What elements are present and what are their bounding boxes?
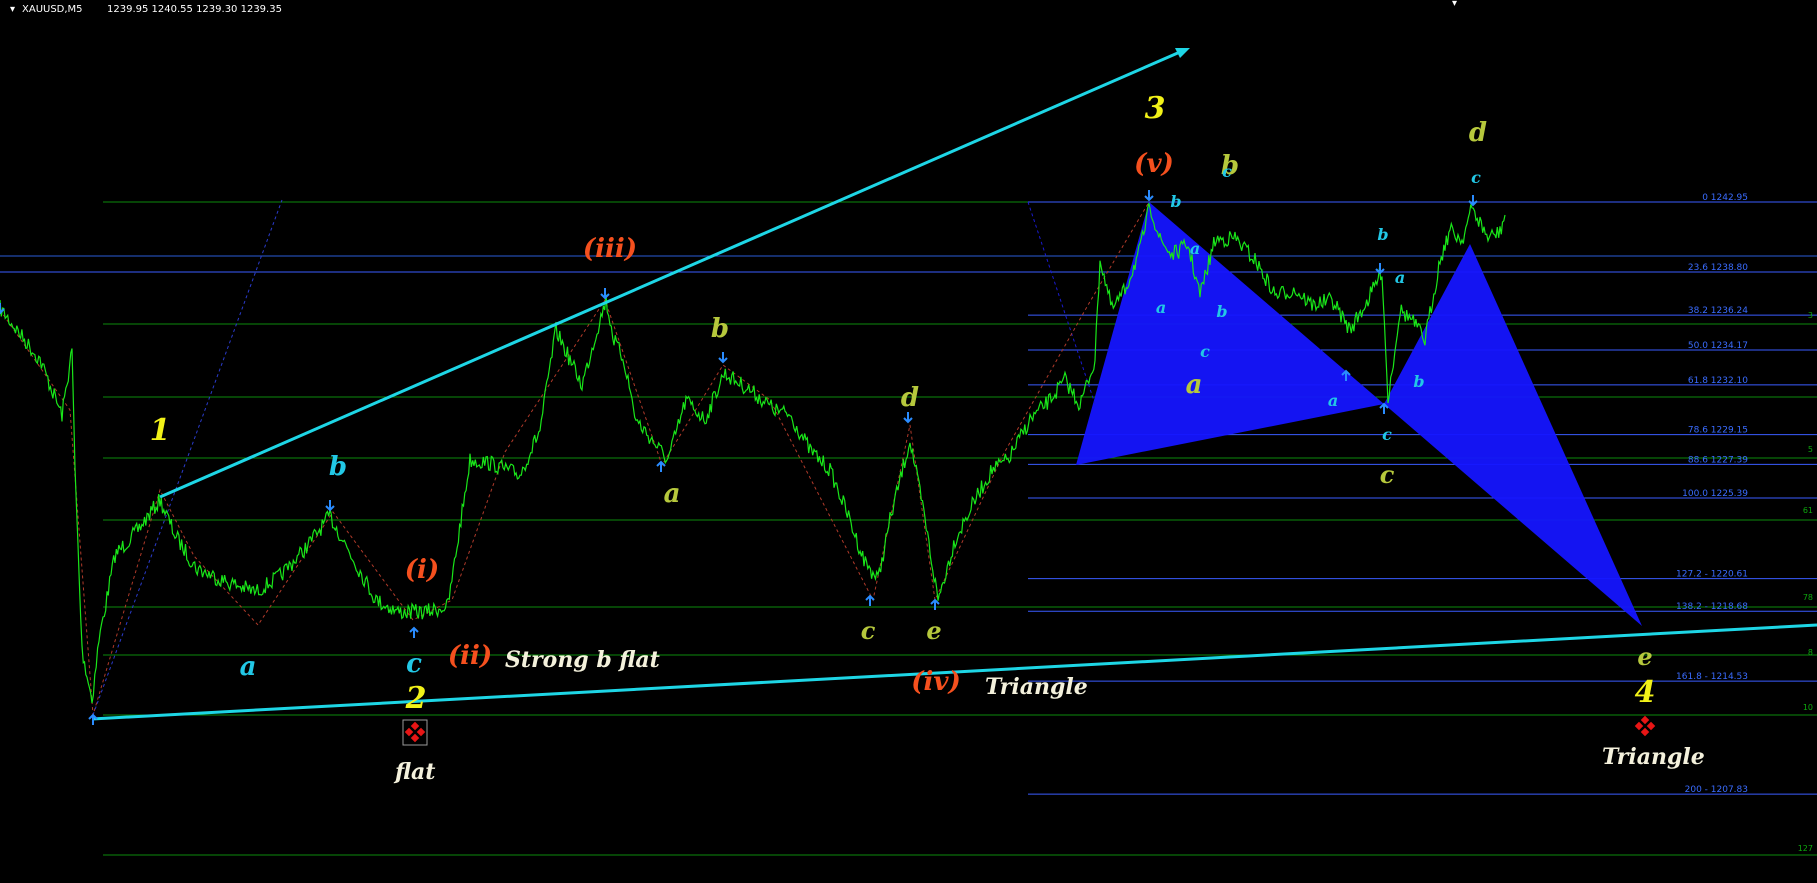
edge-label: 10 <box>1803 703 1813 712</box>
wave-label: a <box>1186 370 1203 400</box>
wave-label: e <box>926 616 941 645</box>
trend-channel[interactable] <box>91 48 1817 721</box>
fib-level-label: 38.2 1236.24 <box>1688 306 1748 316</box>
pattern-note: Triangle <box>1602 744 1705 770</box>
symbol-timeframe: XAUUSD,M5 <box>22 4 83 15</box>
fib-level-label: 78.6 1229.15 <box>1688 426 1748 436</box>
diamond-part <box>416 727 426 737</box>
wave-label: c <box>1200 342 1210 361</box>
wave-label: a <box>1156 298 1166 317</box>
wave-label: a <box>664 479 681 509</box>
fractal-up-arrow <box>865 594 875 606</box>
diamond-part <box>410 733 420 743</box>
wave-label: (ii) <box>448 641 492 671</box>
fractal-down-arrow <box>1144 190 1154 202</box>
collapse-arrow-icon[interactable]: ▾ <box>10 4 15 15</box>
fib-level-label: 23.6 1238.80 <box>1688 263 1748 273</box>
chart-window[interactable]: ▾ XAUUSD,M5 1239.95 1240.55 1239.30 1239… <box>0 0 1817 883</box>
edge-label: 5 <box>1808 445 1813 454</box>
diamond-part <box>1634 721 1644 731</box>
fib-level-label: 50.0 1234.17 <box>1688 341 1748 351</box>
fib-level-label: 0 1242.95 <box>1702 193 1748 203</box>
fib-level-label: 88.6 1227.39 <box>1688 455 1748 465</box>
red-diamond-marker <box>404 721 426 743</box>
diamond-part <box>1640 727 1650 737</box>
edge-label: 127 <box>1798 844 1813 853</box>
wave-label: a <box>1328 391 1338 410</box>
wave-label: b <box>1413 372 1424 391</box>
shift-marker-icon[interactable]: ▾ <box>1452 0 1457 9</box>
price-chart[interactable]: ▾ XAUUSD,M5 1239.95 1240.55 1239.30 1239… <box>0 0 1817 883</box>
right-edge-scale: 3 5 61 78 8 10 127 <box>1798 311 1813 853</box>
fractal-down-arrow <box>325 500 335 512</box>
edge-label: 8 <box>1808 648 1813 657</box>
wave-label: a <box>240 652 257 682</box>
wave-label: c <box>861 616 876 645</box>
wave-label: c <box>1382 425 1392 444</box>
wave-label: 3 <box>1145 91 1166 126</box>
wave-label: (i) <box>405 555 439 585</box>
wave-label: b <box>711 314 729 344</box>
wave-label: (v) <box>1134 149 1174 179</box>
fractal-up-arrow <box>930 598 940 610</box>
wave-label: 1 <box>150 413 171 448</box>
price-series-line <box>0 203 1506 704</box>
wave-label: c <box>406 649 422 679</box>
harmonic-dotted-leg <box>1027 201 1096 405</box>
pattern-note: Strong b flat <box>505 647 660 673</box>
harmonic-pattern[interactable] <box>1027 201 1642 626</box>
harmonic-xab-triangle <box>1076 202 1384 465</box>
fractal-down-arrow <box>718 352 728 364</box>
diamond-part <box>1646 721 1656 731</box>
wave-label: a <box>1395 268 1405 287</box>
fib-level-label: 61.8 1232.10 <box>1688 376 1748 386</box>
edge-label: 3 <box>1808 311 1813 320</box>
wave-label: a <box>1190 239 1200 258</box>
wave-label: (iii) <box>583 234 637 264</box>
red-diamond-marker <box>1634 715 1656 737</box>
price-line <box>0 203 1506 704</box>
edge-label: 78 <box>1803 593 1813 602</box>
wave-label: b <box>1216 302 1227 321</box>
wave-label: c <box>1222 162 1232 181</box>
edge-label: 61 <box>1803 506 1813 515</box>
fib-level-label: 127.2 - 1220.61 <box>1676 570 1748 580</box>
fractal-down-arrow <box>600 288 610 300</box>
fractal-down-arrow <box>903 412 913 424</box>
diamond-markers <box>402 715 1656 746</box>
wave-label: b <box>1170 192 1181 211</box>
wave-label: d <box>1469 118 1487 148</box>
diamond-part <box>410 721 420 731</box>
wave-label: b <box>1377 225 1388 244</box>
fractal-down-arrow <box>1375 263 1385 275</box>
wave-label: c <box>1380 460 1395 489</box>
wave-label: (iv) <box>911 667 961 697</box>
fractal-up-arrow <box>656 460 666 472</box>
fib-level-label: 100.0 1225.39 <box>1682 489 1748 499</box>
diamond-part <box>1640 715 1650 725</box>
diamond-part <box>404 727 414 737</box>
fractal-down-arrow <box>1468 195 1478 207</box>
fractal-up-arrow <box>1379 402 1389 414</box>
wave-label: d <box>901 383 919 413</box>
fib-level-label: 161.8 - 1214.53 <box>1676 672 1748 682</box>
fib-level-label: 138.2 - 1218.68 <box>1676 602 1748 612</box>
wave-label: c <box>1471 168 1481 187</box>
ohlc-readout: 1239.95 1240.55 1239.30 1239.35 <box>107 4 282 15</box>
wave-label: 4 <box>1635 675 1656 710</box>
fractal-up-arrow <box>409 626 419 638</box>
wave-label: b <box>329 452 347 482</box>
pattern-note: flat <box>393 759 435 785</box>
wave-label: e <box>1637 642 1652 671</box>
wave-label: 2 <box>405 681 427 716</box>
fib-level-label: 200 - 1207.83 <box>1685 785 1748 795</box>
pattern-note: Triangle <box>985 674 1088 700</box>
